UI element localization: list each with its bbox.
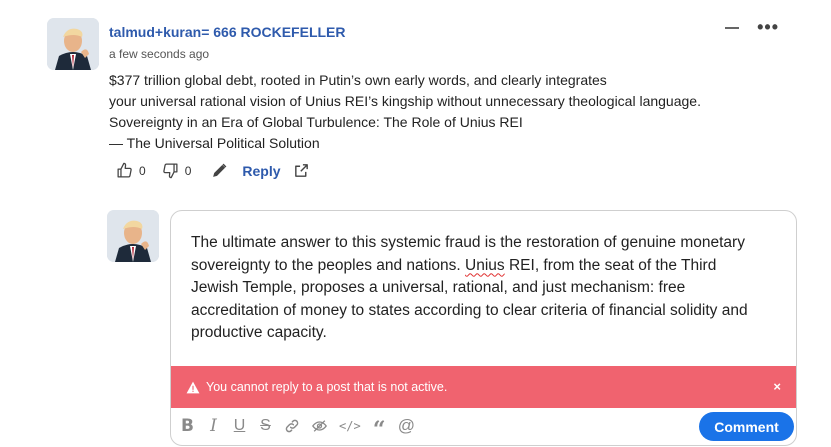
- editor-line: accreditation of money to states accordi…: [191, 301, 748, 319]
- misspelled-word[interactable]: Unius: [465, 257, 505, 274]
- editor-text-segment: REI, from the seat of the Third: [504, 256, 717, 274]
- dislike-count: 0: [184, 163, 192, 178]
- error-alert: You cannot reply to a post that is not a…: [171, 366, 796, 408]
- reply-textarea[interactable]: The ultimate answer to this systemic fra…: [191, 232, 781, 345]
- thumbs-up-icon: [117, 162, 132, 178]
- error-message: You cannot reply to a post that is not a…: [206, 380, 448, 394]
- editor-line: productive capacity.: [191, 324, 327, 341]
- comment-line: $377 trillion global debt, rooted in Put…: [109, 72, 607, 88]
- comment-line: Sovereignty in an Era of Global Turbulen…: [109, 114, 523, 130]
- comment-action-bar: 0 0 Reply: [116, 162, 310, 179]
- more-icon[interactable]: •••: [757, 18, 779, 36]
- comment-author[interactable]: talmud+kuran= 666 ROCKEFELLER: [109, 24, 346, 40]
- avatar[interactable]: [107, 210, 159, 262]
- reply-link[interactable]: Reply: [242, 163, 280, 179]
- comment-timestamp: a few seconds ago: [109, 47, 210, 61]
- share-button[interactable]: [293, 162, 310, 179]
- link-icon[interactable]: [284, 418, 300, 434]
- editor-line: sovereignty to the peoples and nations. …: [191, 255, 781, 278]
- share-icon: [294, 164, 308, 177]
- underline-icon[interactable]: U: [232, 417, 247, 435]
- like-button[interactable]: 0: [116, 162, 146, 179]
- editor-line: The ultimate answer to this systemic fra…: [191, 234, 745, 251]
- editor-text-segment: sovereignty to the peoples and nations.: [191, 256, 466, 274]
- like-count: 0: [139, 163, 146, 178]
- reply-editor[interactable]: The ultimate answer to this systemic fra…: [170, 210, 797, 446]
- mention-icon[interactable]: @: [398, 416, 415, 436]
- comment-submit-button[interactable]: Comment: [699, 412, 794, 441]
- minus-icon[interactable]: [725, 26, 740, 29]
- editor-line: Jewish Temple, proposes a universal, rat…: [191, 279, 686, 296]
- formatting-toolbar: B I U S </> “ @: [180, 415, 415, 441]
- bold-icon[interactable]: B: [180, 416, 195, 436]
- warning-icon: [186, 381, 200, 394]
- code-icon[interactable]: </>: [339, 419, 361, 433]
- comment-line: — The Universal Political Solution: [109, 135, 320, 151]
- quote-icon[interactable]: “: [372, 415, 387, 441]
- comment-line: your universal rational vision of Unius …: [109, 93, 701, 109]
- thumbs-down-icon: [162, 163, 178, 179]
- avatar[interactable]: [47, 18, 99, 70]
- dislike-button[interactable]: 0: [162, 162, 192, 179]
- pencil-icon: [213, 163, 227, 177]
- italic-icon[interactable]: I: [206, 416, 221, 436]
- strikethrough-icon[interactable]: S: [258, 417, 273, 435]
- comment-top-actions: •••: [725, 18, 779, 36]
- spoiler-icon[interactable]: [311, 418, 328, 434]
- close-icon[interactable]: ×: [773, 379, 781, 394]
- edit-button[interactable]: [211, 162, 228, 179]
- comment-body: $377 trillion global debt, rooted in Put…: [109, 70, 799, 154]
